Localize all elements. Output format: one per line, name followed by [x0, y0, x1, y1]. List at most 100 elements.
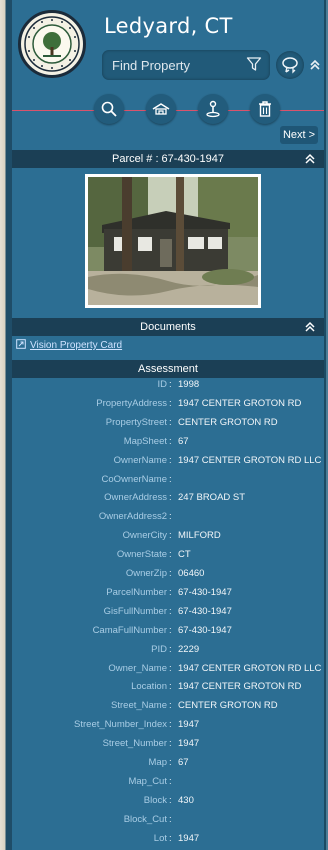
field-key: CamaFullNumber: [92, 624, 167, 636]
assessment-row: OwnerCity: MILFORD: [12, 528, 324, 546]
field-key: Street_Number_Index: [74, 719, 167, 731]
field-key: OwnerState: [116, 549, 167, 561]
town-seal-logo: [18, 10, 86, 78]
field-value: 1947 CENTER GROTON RD LLC: [178, 662, 322, 674]
lasso-icon: [282, 57, 298, 74]
field-key: Map_Cut: [128, 775, 167, 787]
field-key: OwnerZip: [125, 568, 167, 579]
field-value: 67: [178, 435, 189, 447]
assessment-row: Location:1947 CENTER GROTON RD: [12, 679, 324, 697]
assessment-row: PID:2229: [12, 642, 324, 660]
property-photo[interactable]: [85, 174, 261, 308]
assessment-row: OwnerName:1947 CENTER GROTON RD LLC: [12, 453, 324, 471]
search-icon: [101, 101, 117, 117]
assessment-row: OwnerAddress:247 BROAD ST: [12, 490, 324, 508]
field-separator: :: [169, 832, 172, 844]
assessment-row: ID:1998: [12, 377, 324, 395]
field-separator: :: [169, 662, 172, 674]
field-key: OwnerName: [113, 454, 167, 466]
field-separator: :: [169, 549, 172, 561]
vision-property-card-label: Vision Property Card: [30, 340, 123, 351]
delete-tool-button[interactable]: [250, 94, 280, 124]
field-key: OwnerCity: [122, 530, 167, 542]
field-separator: :: [169, 775, 172, 787]
field-value: CENTER GROTON RD: [178, 700, 278, 712]
field-value: 247 BROAD ST: [178, 492, 246, 504]
assessment-row: ParcelNumber:67-430-1947: [12, 585, 324, 603]
field-key: CoOwnerName: [101, 473, 167, 485]
field-value: 1947: [178, 832, 200, 844]
assessment-row: Street_Number_Index:1947: [12, 717, 324, 735]
assessment-row: Block_Cut:: [12, 812, 324, 830]
town-title: Ledyard, CT: [104, 14, 233, 38]
field-separator: :: [169, 605, 172, 617]
assessment-row: GisFullNumber:67-430-1947: [12, 604, 324, 622]
field-separator: :: [169, 473, 172, 485]
field-value: 2229: [178, 643, 200, 655]
next-button[interactable]: Next >: [280, 126, 318, 144]
field-value: 67-430-1947: [178, 624, 232, 636]
field-key: GisFullNumber: [103, 605, 167, 617]
assessment-row: MapSheet:67: [12, 434, 324, 452]
documents-title: Documents: [140, 321, 196, 333]
field-key: Location: [131, 681, 167, 693]
parcel-header: Parcel # : 67-430-1947: [12, 150, 324, 168]
field-key: PropertyAddress: [96, 397, 167, 409]
layers-icon: [152, 103, 170, 115]
field-value: 1947 CENTER GROTON RD: [178, 681, 302, 693]
assessment-row: Street_Number:1947: [12, 736, 324, 754]
documents-header: Documents: [12, 318, 324, 336]
locate-button[interactable]: [276, 51, 304, 79]
field-key: MapSheet: [123, 435, 167, 447]
collapse-parcel-chevron-icon[interactable]: [304, 153, 316, 171]
find-property-input[interactable]: [102, 50, 232, 80]
field-key: PID: [151, 643, 167, 655]
pin-tool-button[interactable]: [198, 94, 228, 124]
field-key: PropertyStreet: [105, 416, 167, 428]
field-separator: :: [169, 794, 172, 806]
assessment-row: OwnerZip:06460: [12, 566, 324, 584]
assessment-title: Assessment: [138, 363, 198, 375]
trash-icon: [259, 101, 271, 117]
field-separator: :: [169, 586, 172, 598]
assessment-row: OwnerState: CT: [12, 547, 324, 565]
field-value: 67-430-1947: [178, 586, 232, 598]
field-separator: :: [169, 643, 172, 655]
assessment-row: Owner_Name:1947 CENTER GROTON RD LLC: [12, 661, 324, 679]
assessment-row: Map:67: [12, 755, 324, 773]
field-separator: :: [169, 492, 172, 504]
field-value: 06460: [178, 568, 205, 579]
assessment-row: PropertyStreet: CENTER GROTON RD: [12, 415, 324, 433]
field-separator: :: [169, 719, 172, 731]
field-value: 1947 CENTER GROTON RD: [178, 397, 302, 409]
field-value: 430: [178, 794, 194, 806]
field-separator: :: [169, 568, 172, 579]
field-key: OwnerAddress: [104, 492, 167, 504]
filter-icon[interactable]: [246, 56, 262, 76]
tool-row: [94, 94, 280, 124]
external-link-icon: [16, 339, 26, 352]
collapse-documents-chevron-icon[interactable]: [304, 321, 316, 339]
field-value: 1947 CENTER GROTON RD LLC: [178, 454, 322, 466]
field-value: CT: [178, 549, 191, 561]
field-key: Block_Cut: [123, 813, 167, 825]
field-key: ParcelNumber: [106, 586, 167, 598]
field-separator: :: [169, 624, 172, 636]
vision-property-card-link[interactable]: Vision Property Card: [16, 339, 122, 355]
assessment-row: PropertyAddress:1947 CENTER GROTON RD: [12, 396, 324, 414]
pin-icon: [206, 100, 220, 118]
field-separator: :: [169, 454, 172, 466]
field-value: 1947: [178, 719, 200, 731]
layers-tool-button[interactable]: [146, 94, 176, 124]
collapse-header-chevron-icon[interactable]: [309, 57, 321, 76]
field-key: OwnerAddress2: [98, 511, 167, 523]
assessment-row: CoOwnerName:: [12, 472, 324, 490]
field-separator: :: [169, 738, 172, 750]
assessment-row: Street_Name: CENTER GROTON RD: [12, 698, 324, 716]
field-value: 1998: [178, 379, 200, 390]
parcel-title: Parcel # : 67-430-1947: [112, 153, 224, 165]
field-value: 67-430-1947: [178, 605, 232, 617]
search-tool-button[interactable]: [94, 94, 124, 124]
map-edge: [0, 0, 12, 850]
assessment-row: Map_Cut:: [12, 774, 324, 792]
